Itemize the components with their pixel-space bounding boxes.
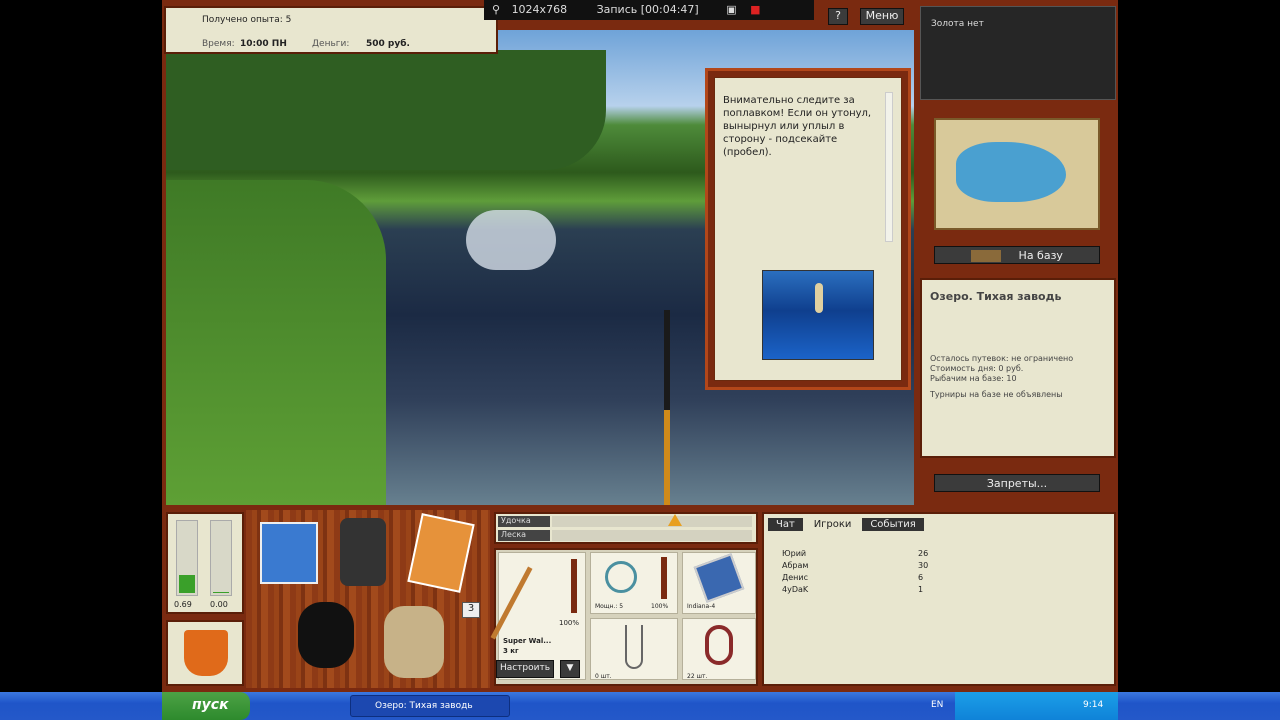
line-spool-icon bbox=[693, 553, 745, 603]
warning-icon bbox=[668, 514, 682, 526]
grass-bank bbox=[166, 180, 386, 505]
rod-strength: 100% bbox=[559, 619, 580, 627]
taskbar-window-button[interactable]: Озеро: Тихая заводь bbox=[350, 695, 510, 717]
lake-map[interactable] bbox=[934, 118, 1100, 230]
inventory-area: 3 bbox=[246, 510, 490, 688]
chest-icon bbox=[971, 250, 1002, 262]
list-item: 4yDaK 1 bbox=[782, 585, 924, 594]
gauge-left-value: 0.69 bbox=[174, 600, 192, 609]
hint-panel: Внимательно следите за поплавком! Если о… bbox=[714, 77, 902, 381]
float-underwater-image bbox=[762, 270, 874, 360]
money-label: Деньги: bbox=[312, 39, 350, 49]
sack-icon[interactable] bbox=[384, 606, 444, 678]
line-name: Indiana-4 bbox=[687, 603, 716, 610]
forest-left bbox=[166, 50, 606, 170]
hook-slot[interactable]: 0 шт. bbox=[590, 618, 678, 680]
setup-dropdown-button[interactable]: ▼ bbox=[560, 660, 580, 678]
lake-shape bbox=[956, 142, 1066, 202]
time-label: Время: bbox=[202, 39, 235, 49]
list-item: Абрам 30 bbox=[782, 561, 929, 570]
rod-handle bbox=[664, 410, 670, 505]
list-item: Денис 6 bbox=[782, 573, 924, 582]
hook-icon bbox=[625, 625, 643, 669]
camera-icon[interactable]: ▣ bbox=[726, 3, 736, 16]
status-panel: Получено опыта: 5 Время: 10:00 ПН Деньги… bbox=[164, 6, 498, 54]
pot-icon[interactable] bbox=[298, 602, 354, 668]
rod-status-bar bbox=[552, 516, 752, 527]
bans-button[interactable]: Запреты... bbox=[934, 474, 1100, 492]
setup-button[interactable]: Настроить bbox=[496, 660, 554, 678]
to-base-button[interactable]: На базу bbox=[934, 246, 1100, 264]
location-days: Рыбачим на базе: 10 bbox=[930, 374, 1017, 383]
rod-durability bbox=[571, 559, 577, 613]
location-panel: Озеро. Тихая заводь Осталось путевок: не… bbox=[920, 278, 1116, 458]
hint-text: Внимательно следите за поплавком! Если о… bbox=[723, 95, 872, 158]
tab-players[interactable]: Игроки bbox=[805, 518, 860, 531]
magnifier-icon[interactable]: ⚲ bbox=[492, 3, 500, 16]
location-tournaments: Турниры на базе не объявлены bbox=[930, 390, 1063, 399]
recorder-toolbar: ⚲ 1024x768 Запись [00:04:47] ▣ ■ bbox=[484, 0, 814, 20]
recorder-resolution: 1024x768 bbox=[511, 3, 568, 16]
bait-slot[interactable]: 22 шт. bbox=[682, 618, 756, 680]
experience-text: Получено опыта: 5 bbox=[202, 15, 292, 25]
inventory-badge: 3 bbox=[462, 602, 480, 618]
gauge-left bbox=[176, 520, 198, 596]
reel-name: Мощн.: 5 bbox=[595, 603, 624, 610]
start-button[interactable]: пуск bbox=[162, 692, 250, 720]
tab-chat[interactable]: Чат bbox=[768, 518, 803, 531]
line-status-bar bbox=[552, 530, 752, 541]
menu-button[interactable]: Меню bbox=[860, 8, 904, 25]
stop-icon[interactable]: ■ bbox=[750, 3, 760, 16]
help-button[interactable]: ? bbox=[828, 8, 848, 25]
float-icon bbox=[815, 283, 823, 313]
system-tray: EN 9:14 bbox=[931, 692, 1118, 720]
catch-bucket[interactable] bbox=[166, 620, 244, 686]
gauge-right-fill bbox=[213, 592, 229, 593]
players-panel: Чат Игроки События Юрий 26 Абрам 30 Денис 6… bbox=[762, 512, 1116, 686]
line-status-label: Леска bbox=[498, 530, 550, 541]
money-value: 500 руб. bbox=[366, 39, 410, 49]
reel-strength: 100% bbox=[651, 603, 669, 610]
hook-count: 0 шт. bbox=[595, 673, 612, 680]
rod-status-label: Удочка bbox=[498, 516, 550, 527]
language-indicator[interactable]: EN bbox=[931, 700, 943, 710]
hint-scrollbar[interactable] bbox=[885, 92, 893, 242]
rod-weight: 3 кг bbox=[503, 647, 519, 655]
rod-icon bbox=[490, 566, 533, 640]
tab-events[interactable]: События bbox=[862, 518, 924, 531]
list-item: Юрий 26 bbox=[782, 549, 929, 558]
tackle-box-icon[interactable] bbox=[260, 522, 318, 584]
clock: 9:14 bbox=[1083, 700, 1104, 710]
tab-bar: Чат Игроки События bbox=[768, 518, 924, 531]
time-value: 10:00 ПН bbox=[240, 39, 287, 49]
hint-frame: Внимательно следите за поплавком! Если о… bbox=[705, 68, 911, 390]
gauge-left-fill bbox=[179, 575, 195, 593]
notebook-icon[interactable] bbox=[407, 513, 475, 593]
location-trips: Осталось путевок: не ограничено bbox=[930, 354, 1074, 363]
to-base-label: На базу bbox=[1018, 249, 1063, 262]
gold-text: Золота нет bbox=[931, 19, 984, 29]
worm-icon bbox=[705, 625, 733, 665]
gold-panel: Золота нет bbox=[920, 6, 1116, 100]
rod-name: Super Wal... bbox=[503, 637, 552, 645]
reel-icon bbox=[605, 561, 637, 593]
gauge-panel: 0.69 0.00 bbox=[166, 512, 244, 614]
players-list: Юрий 26 Абрам 30 Денис 6 4yDaK 1 bbox=[782, 548, 982, 596]
cloud-reflection bbox=[466, 210, 556, 270]
backpack-icon[interactable] bbox=[340, 518, 386, 586]
location-cost: Стоимость дня: 0 руб. bbox=[930, 364, 1024, 373]
recorder-status: Запись [00:04:47] bbox=[596, 3, 699, 16]
tackle-status: Удочка Леска bbox=[494, 512, 758, 544]
bucket-icon bbox=[184, 630, 228, 676]
gauge-right bbox=[210, 520, 232, 596]
location-title: Озеро. Тихая заводь bbox=[930, 290, 1062, 303]
game-window: Получено опыта: 5 Время: 10:00 ПН Деньги… bbox=[162, 0, 1118, 692]
reel-slot[interactable]: Мощн.: 5 100% bbox=[590, 552, 678, 614]
reel-durability bbox=[661, 557, 667, 599]
line-slot[interactable]: Indiana-4 bbox=[682, 552, 756, 614]
bait-count: 22 шт. bbox=[687, 673, 708, 680]
gauge-right-value: 0.00 bbox=[210, 600, 228, 609]
